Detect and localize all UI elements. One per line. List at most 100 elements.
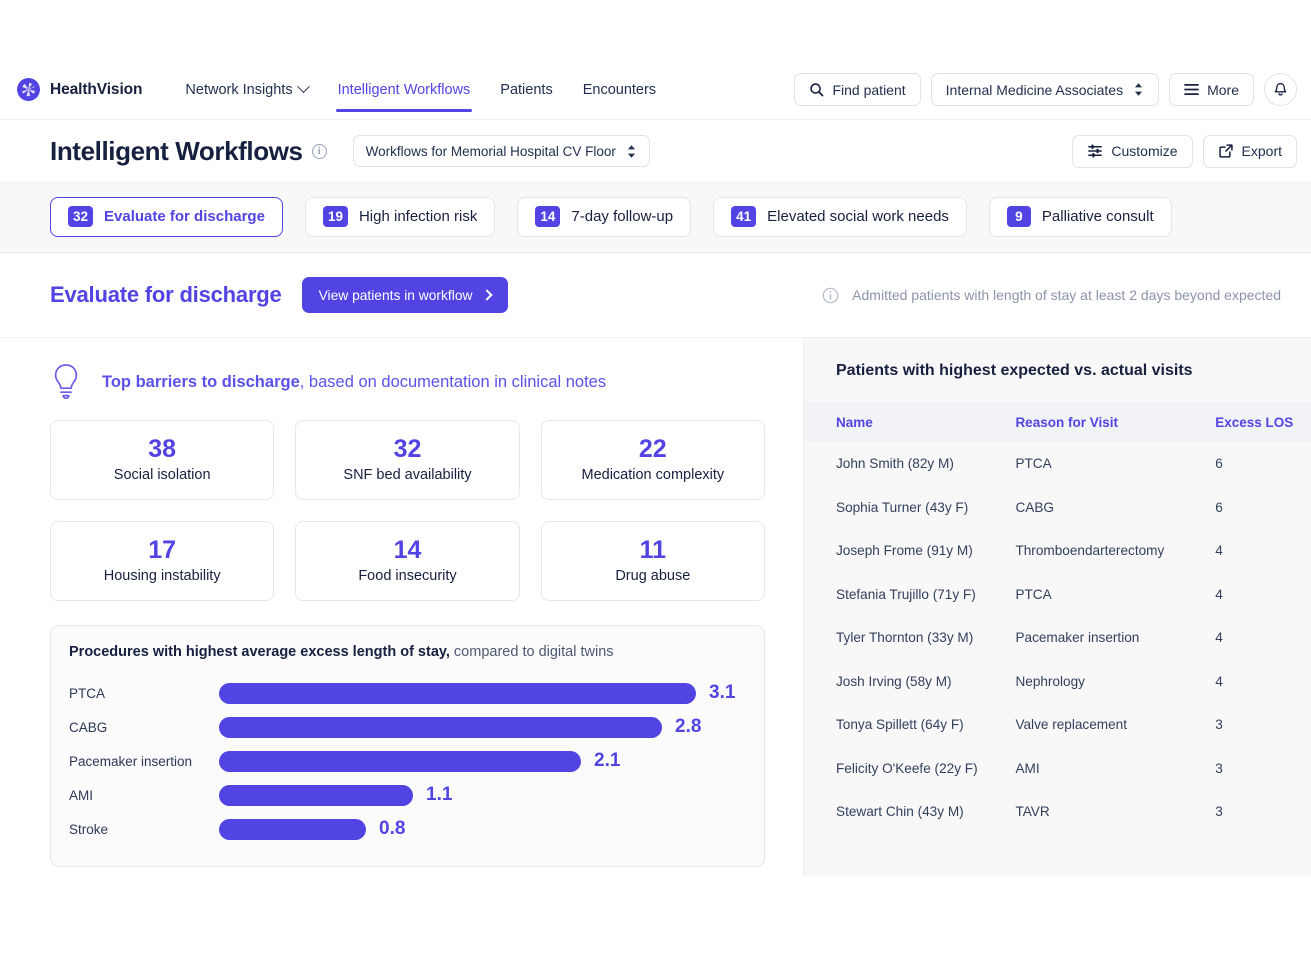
chart-bar-fill <box>219 750 581 772</box>
external-link-icon <box>1218 144 1233 158</box>
table-row[interactable]: John Smith (82y M) PTCA 6 <box>804 442 1311 486</box>
barrier-stat-grid: 38 Social isolation 32 SNF bed availabil… <box>50 420 765 601</box>
nav-item-label: Encounters <box>582 81 657 98</box>
table-row[interactable]: Tonya Spillett (64y F) Valve replacement… <box>804 703 1311 747</box>
column-header-los[interactable]: Excess LOS <box>1215 402 1311 442</box>
more-menu-button[interactable]: More <box>1169 73 1254 106</box>
chart-bar-row: Pacemaker insertion 2.1 <box>69 744 744 778</box>
barrier-value: 11 <box>639 536 667 564</box>
chart-bar-row: PTCA 3.1 <box>69 676 744 710</box>
section-title: Evaluate for discharge <box>50 282 282 307</box>
nav-item-intelligent-workflows[interactable]: Intelligent Workflows <box>323 60 486 120</box>
barriers-heading: Top barriers to discharge, based on docu… <box>50 360 765 404</box>
barrier-card[interactable]: 11 Drug abuse <box>540 521 765 601</box>
notifications-button[interactable] <box>1264 73 1297 106</box>
workflow-scope-select[interactable]: Workflows for Memorial Hospital CV Floor <box>352 135 650 167</box>
lightbulb-icon <box>54 364 78 400</box>
table-row[interactable]: Stewart Chin (43y M) TAVR 3 <box>804 790 1311 834</box>
excess-los-bar-chart: Procedures with highest average excess l… <box>50 625 765 867</box>
barrier-label: Social isolation <box>113 467 211 483</box>
app-page: HealthVision Network Insights Intelligen… <box>0 0 1311 954</box>
chip-label: 7-day follow-up <box>571 208 674 225</box>
cell-reason-for-visit: PTCA <box>1015 586 1052 602</box>
chart-bar-track: 0.8 <box>219 818 744 840</box>
page-title-bar: Intelligent Workflows i Workflows for Me… <box>0 121 1311 181</box>
workflow-chip-bar: 32 Evaluate for discharge 19 High infect… <box>0 181 1311 253</box>
table-row[interactable]: Sophia Turner (43y F) CABG 6 <box>804 486 1311 530</box>
chart-bar-fill <box>219 716 662 738</box>
more-label: More <box>1207 81 1239 98</box>
table-header-row: Name Reason for Visit Excess LOS <box>804 402 1311 442</box>
column-header-name[interactable]: Name <box>804 402 1016 442</box>
table-row[interactable]: Felicity O'Keefe (22y F) AMI 3 <box>804 747 1311 791</box>
barrier-card[interactable]: 17 Housing instability <box>50 521 275 601</box>
table-row[interactable]: Josh Irving (58y M) Nephrology 4 <box>804 660 1311 704</box>
customize-label: Customize <box>1111 143 1178 159</box>
section-header: Evaluate for discharge View patients in … <box>0 253 1311 338</box>
cell-excess-los: 6 <box>1215 456 1223 472</box>
workflow-chip-evaluate-for-discharge[interactable]: 32 Evaluate for discharge <box>50 196 283 237</box>
cell-reason-for-visit: PTCA <box>1015 456 1052 472</box>
nav-item-network-insights[interactable]: Network Insights <box>170 60 322 120</box>
chart-bar-track: 1.1 <box>219 784 744 806</box>
column-header-reason[interactable]: Reason for Visit <box>1015 402 1216 442</box>
find-patient-button[interactable]: Find patient <box>794 73 921 106</box>
section-description: Admitted patients with length of stay at… <box>822 287 1281 304</box>
chart-bar-value: 0.8 <box>379 818 406 839</box>
table-row[interactable]: Tyler Thornton (33y M) Pacemaker inserti… <box>804 616 1311 660</box>
brand-logo[interactable]: HealthVision <box>16 77 143 102</box>
chart-bar-fill <box>219 784 413 806</box>
cell-reason-for-visit: AMI <box>1015 760 1040 776</box>
workflow-chip-7-day-follow-up[interactable]: 14 7-day follow-up <box>517 196 692 237</box>
info-icon[interactable]: i <box>311 143 327 159</box>
chip-count-badge: 32 <box>68 206 94 227</box>
patients-table: Name Reason for Visit Excess LOS John Sm… <box>804 402 1311 834</box>
barrier-card[interactable]: 32 SNF bed availability <box>295 420 520 500</box>
view-patients-label: View patients in workflow <box>318 287 473 303</box>
cell-reason-for-visit: Nephrology <box>1015 673 1085 689</box>
chart-bar-value: 3.1 <box>709 682 736 703</box>
cell-reason-for-visit: Valve replacement <box>1015 717 1128 733</box>
chip-count-badge: 41 <box>731 206 757 227</box>
organization-select[interactable]: Internal Medicine Associates <box>930 73 1160 106</box>
workflow-chip-elevated-social-work-needs[interactable]: 41 Elevated social work needs <box>713 196 967 237</box>
workflow-chip-high-infection-risk[interactable]: 19 High infection risk <box>304 196 496 237</box>
chart-bar-fill <box>219 818 366 840</box>
chevron-updown-icon <box>1135 83 1143 96</box>
nav-item-patients[interactable]: Patients <box>485 60 567 120</box>
table-row[interactable]: Joseph Frome (91y M) Thromboendarterecto… <box>804 529 1311 573</box>
barrier-label: Housing instability <box>103 568 221 584</box>
chart-title: Procedures with highest average excess l… <box>69 644 744 660</box>
patients-panel: Patients with highest expected vs. actua… <box>803 338 1311 876</box>
barrier-card[interactable]: 22 Medication complexity <box>540 420 765 500</box>
export-label: Export <box>1241 143 1282 159</box>
chip-label: Evaluate for discharge <box>104 208 265 225</box>
organization-label: Internal Medicine Associates <box>945 81 1124 98</box>
table-row[interactable]: Stefania Trujillo (71y F) PTCA 4 <box>804 573 1311 617</box>
customize-button[interactable]: Customize <box>1072 134 1193 168</box>
chip-count-badge: 14 <box>535 206 561 227</box>
workflow-chip-palliative-consult[interactable]: 9 Palliative consult <box>988 196 1172 237</box>
chart-bar-value: 2.8 <box>675 716 702 737</box>
chart-bar-row: CABG 2.8 <box>69 710 744 744</box>
barrier-card[interactable]: 14 Food insecurity <box>295 521 520 601</box>
view-patients-in-workflow-button[interactable]: View patients in workflow <box>301 277 509 313</box>
hamburger-menu-icon <box>1184 84 1199 95</box>
barriers-heading-rest: , based on documentation in clinical not… <box>299 372 607 391</box>
chevron-right-icon <box>481 289 494 301</box>
barrier-card[interactable]: 38 Social isolation <box>50 420 275 500</box>
barrier-label: Food insecurity <box>358 568 457 584</box>
cell-patient-name: Tonya Spillett (64y F) <box>836 717 964 733</box>
export-button[interactable]: Export <box>1202 134 1297 168</box>
sliders-icon <box>1088 144 1103 158</box>
barrier-value: 32 <box>393 435 422 463</box>
primary-nav: Network Insights Intelligent Workflows P… <box>170 60 671 120</box>
barriers-heading-text: Top barriers to discharge, based on docu… <box>102 373 606 392</box>
info-icon <box>822 287 839 303</box>
cell-patient-name: Joseph Frome (91y M) <box>836 543 973 559</box>
find-patient-label: Find patient <box>832 81 906 98</box>
dashboard-body: Top barriers to discharge, based on docu… <box>0 338 1311 876</box>
barrier-value: 14 <box>393 536 422 564</box>
cell-excess-los: 4 <box>1215 630 1223 646</box>
nav-item-encounters[interactable]: Encounters <box>568 60 671 120</box>
